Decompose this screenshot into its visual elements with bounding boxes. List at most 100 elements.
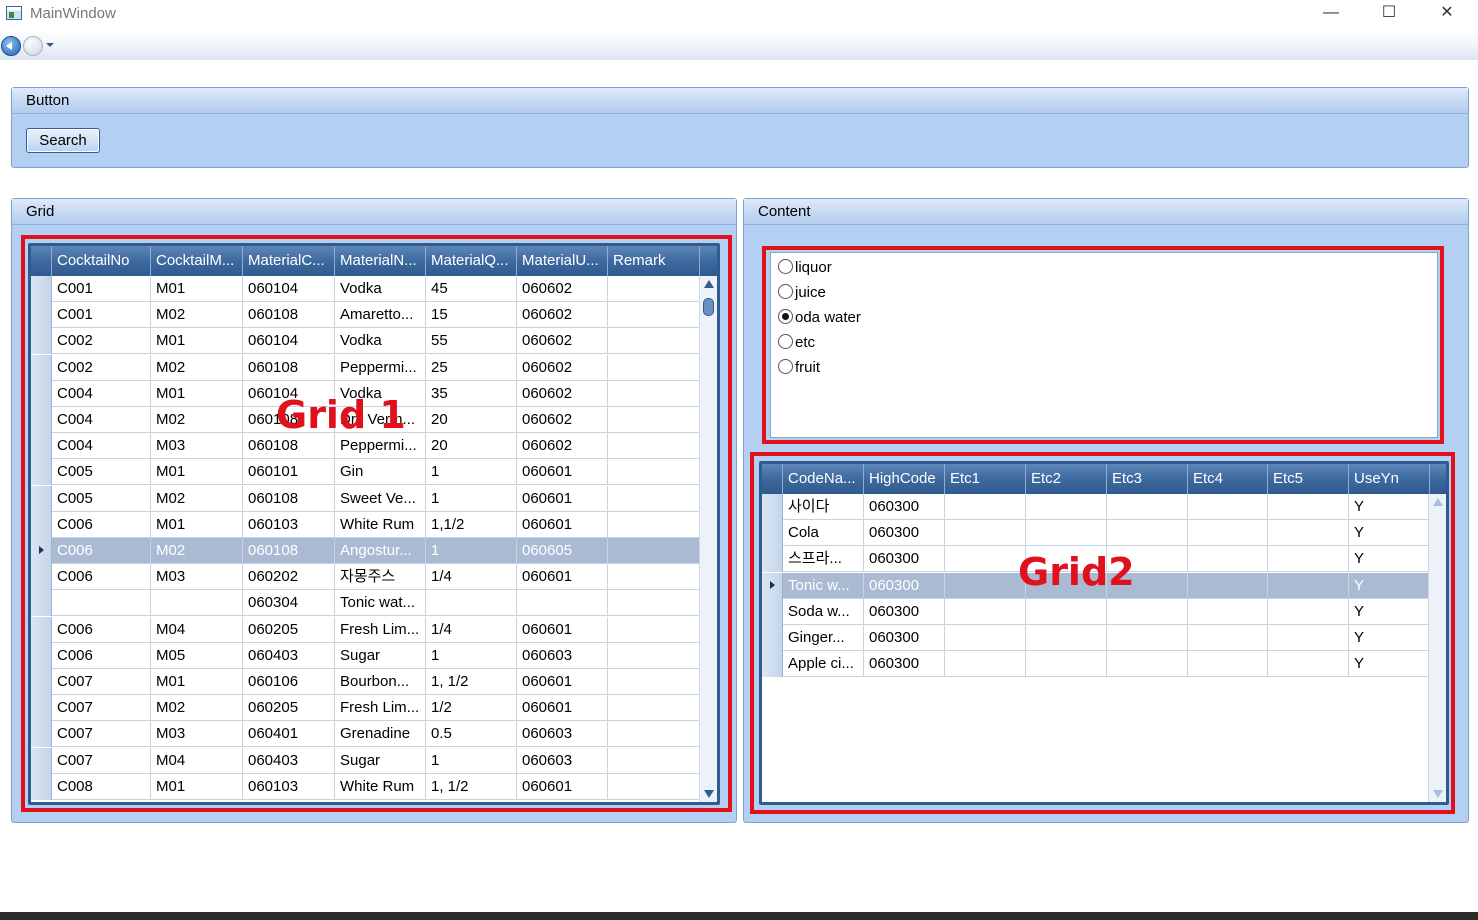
table-cell[interactable]: Y [1349, 494, 1430, 520]
table-row[interactable]: C001 M01 060104 Vodka 45 060602 [31, 276, 700, 302]
row-header[interactable] [31, 302, 52, 329]
column-header[interactable]: MaterialU... [517, 246, 608, 276]
table-cell[interactable] [945, 520, 1026, 547]
table-cell[interactable]: C006 [52, 642, 151, 669]
table-cell[interactable]: 060108 [243, 354, 335, 381]
table-cell[interactable]: 060602 [517, 328, 608, 355]
table-cell[interactable]: C002 [52, 354, 151, 381]
table-cell[interactable]: Angostur... [335, 538, 426, 564]
row-header[interactable] [762, 494, 783, 520]
table-row[interactable]: C007 M01 060106 Bourbon... 1, 1/2 060601 [31, 669, 700, 695]
table-cell[interactable]: 060304 [243, 590, 335, 617]
table-row[interactable]: C006 M04 060205 Fresh Lim... 1/4 060601 [31, 616, 700, 643]
table-row[interactable]: C006 M05 060403 Sugar 1 060603 [31, 642, 700, 669]
table-cell[interactable] [1188, 572, 1268, 599]
table-cell[interactable] [608, 302, 700, 329]
table-cell[interactable]: Y [1349, 572, 1430, 599]
table-cell[interactable]: 060300 [864, 651, 945, 678]
row-header[interactable] [31, 354, 52, 381]
table-cell[interactable]: 060601 [517, 773, 608, 800]
table-cell[interactable]: Y [1349, 651, 1430, 678]
table-cell[interactable] [608, 773, 700, 800]
table-cell[interactable]: 060106 [243, 669, 335, 695]
table-row[interactable]: Ginger... 060300 Y [762, 625, 1430, 651]
close-button[interactable]: ✕ [1418, 0, 1476, 28]
table-cell[interactable] [608, 433, 700, 460]
table-row[interactable]: C004 M03 060108 Peppermi... 20 060602 [31, 433, 700, 460]
table-cell[interactable]: Sweet Ve... [335, 485, 426, 512]
column-header[interactable]: Etc5 [1268, 464, 1349, 494]
row-header[interactable] [31, 564, 52, 591]
table-cell[interactable]: C007 [52, 747, 151, 774]
row-header[interactable] [31, 669, 52, 695]
table-cell[interactable]: Sugar [335, 747, 426, 774]
table-cell[interactable]: 060108 [243, 433, 335, 460]
column-header[interactable]: MaterialC... [243, 246, 335, 276]
table-cell[interactable]: M03 [151, 433, 243, 460]
table-cell[interactable] [1268, 625, 1349, 651]
row-header[interactable] [31, 511, 52, 538]
table-cell[interactable]: Amaretto... [335, 302, 426, 329]
forward-arrow-icon[interactable] [23, 36, 43, 56]
table-cell[interactable]: 060601 [517, 564, 608, 591]
table-cell[interactable] [608, 642, 700, 669]
table-cell[interactable] [945, 494, 1026, 520]
table-cell[interactable] [608, 511, 700, 538]
table-cell[interactable] [1268, 520, 1349, 547]
table-cell[interactable]: 45 [426, 276, 517, 302]
table-cell[interactable]: 060104 [243, 276, 335, 302]
table-row[interactable]: C007 M02 060205 Fresh Lim... 1/2 060601 [31, 695, 700, 722]
current-row-indicator-icon[interactable] [762, 572, 783, 599]
table-cell[interactable] [1026, 651, 1107, 678]
table-cell[interactable] [52, 590, 151, 617]
table-cell[interactable]: 스프라... [783, 546, 864, 573]
table-row[interactable]: Soda w... 060300 Y [762, 598, 1430, 625]
table-cell[interactable]: C001 [52, 276, 151, 302]
table-cell[interactable]: C005 [52, 485, 151, 512]
table-cell[interactable] [1268, 651, 1349, 678]
table-cell[interactable]: Y [1349, 598, 1430, 625]
table-cell[interactable] [1188, 625, 1268, 651]
table-row[interactable]: Apple ci... 060300 Y [762, 651, 1430, 678]
table-row[interactable]: C006 M02 060108 Angostur... 1 060605 [31, 538, 700, 564]
table-cell[interactable] [608, 380, 700, 407]
column-header[interactable]: Etc2 [1026, 464, 1107, 494]
table-row[interactable]: C007 M03 060401 Grenadine 0.5 060603 [31, 721, 700, 748]
history-dropdown-icon[interactable] [46, 43, 54, 47]
scroll-up-icon[interactable] [704, 280, 714, 288]
row-header[interactable] [31, 459, 52, 486]
column-header[interactable]: MaterialN... [335, 246, 426, 276]
search-button[interactable]: Search [26, 128, 100, 153]
table-cell[interactable]: Tonic w... [783, 572, 864, 599]
table-cell[interactable]: 060202 [243, 564, 335, 591]
table-cell[interactable]: 자몽주스 [335, 564, 426, 591]
table-cell[interactable] [945, 625, 1026, 651]
table-cell[interactable] [1107, 651, 1188, 678]
row-header[interactable] [31, 773, 52, 800]
table-cell[interactable]: C004 [52, 380, 151, 407]
row-header[interactable] [31, 485, 52, 512]
table-cell[interactable]: 1 [426, 459, 517, 486]
table-cell[interactable]: 1 [426, 538, 517, 564]
current-row-indicator-icon[interactable] [31, 538, 52, 564]
table-cell[interactable]: M02 [151, 407, 243, 433]
table-cell[interactable] [608, 669, 700, 695]
table-cell[interactable]: 20 [426, 407, 517, 433]
table-cell[interactable]: 060205 [243, 616, 335, 643]
table-cell[interactable]: 35 [426, 380, 517, 407]
table-cell[interactable]: C004 [52, 407, 151, 433]
table-cell[interactable]: M04 [151, 616, 243, 643]
table-cell[interactable] [1268, 572, 1349, 599]
table-cell[interactable]: 060300 [864, 598, 945, 625]
table-cell[interactable]: 1/4 [426, 616, 517, 643]
table-cell[interactable]: C006 [52, 564, 151, 591]
table-cell[interactable] [608, 407, 700, 433]
table-cell[interactable]: 060602 [517, 354, 608, 381]
table-cell[interactable]: 25 [426, 354, 517, 381]
table-cell[interactable]: C007 [52, 669, 151, 695]
table-cell[interactable]: C002 [52, 328, 151, 355]
table-cell[interactable]: C006 [52, 538, 151, 564]
table-row[interactable]: 사이다 060300 Y [762, 494, 1430, 520]
table-cell[interactable] [1268, 546, 1349, 573]
column-header[interactable]: Etc4 [1188, 464, 1268, 494]
